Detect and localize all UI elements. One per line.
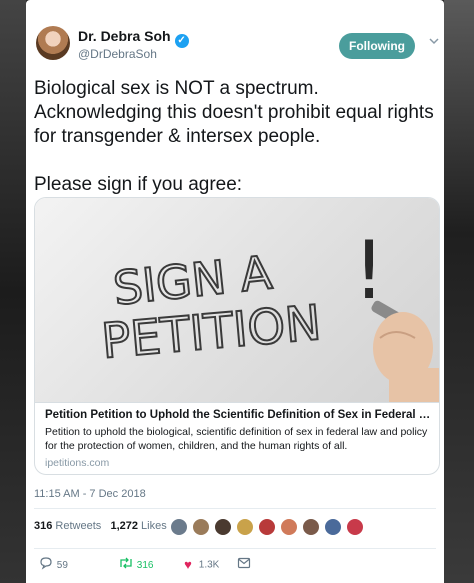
link-domain: ipetitions.com: [45, 457, 110, 469]
likes-count[interactable]: 1,272: [110, 520, 138, 532]
divider: [34, 508, 436, 509]
liker-avatar[interactable]: [192, 518, 210, 536]
divider: [34, 548, 436, 549]
retweets-label[interactable]: Retweets: [55, 520, 101, 532]
background-left: [0, 0, 26, 583]
like-count: 1.3K: [198, 559, 220, 571]
tweet-text-line1: Biological sex is NOT a spectrum. Acknow…: [34, 78, 434, 147]
link-title[interactable]: Petition Petition to Uphold the Scientif…: [45, 409, 431, 421]
liker-avatar[interactable]: [214, 518, 232, 536]
liker-avatar[interactable]: [324, 518, 342, 536]
chevron-down-icon[interactable]: [428, 35, 440, 47]
link-description: Petition to uphold the biological, scien…: [45, 426, 428, 452]
following-button[interactable]: Following: [339, 33, 415, 59]
tweet-card: Dr. Debra Soh ✓ @DrDebraSoh Following Bio…: [26, 0, 444, 583]
message-icon: [236, 556, 252, 574]
tweet-header: Dr. Debra Soh ✓ @DrDebraSoh Following: [26, 22, 444, 70]
link-preview-image[interactable]: SIGN A PETITION !: [35, 198, 439, 402]
liker-avatar[interactable]: [346, 518, 364, 536]
liker-avatar[interactable]: [236, 518, 254, 536]
retweets-count[interactable]: 316: [34, 520, 52, 532]
heart-icon: ♥: [184, 557, 192, 572]
reply-icon: [38, 556, 54, 575]
avatar[interactable]: [36, 26, 70, 60]
background-right: [444, 0, 474, 583]
reply-count: 59: [56, 560, 68, 572]
tweet-text-line2: Please sign if you agree:: [34, 174, 243, 195]
likes-label[interactable]: Likes: [141, 520, 167, 532]
retweet-icon: [118, 556, 134, 575]
user-name[interactable]: Dr. Debra Soh ✓: [78, 28, 189, 48]
liker-avatar[interactable]: [302, 518, 320, 536]
user-name-text[interactable]: Dr. Debra Soh: [78, 28, 171, 44]
tweet-timestamp[interactable]: 11:15 AM - 7 Dec 2018: [34, 488, 146, 500]
liker-avatar[interactable]: [280, 518, 298, 536]
retweet-button[interactable]: 316: [118, 556, 153, 574]
user-handle[interactable]: @DrDebraSoh: [78, 47, 157, 61]
link-preview-card[interactable]: SIGN A PETITION ! Petition Petition to U…: [34, 197, 440, 475]
liker-avatar[interactable]: [170, 518, 188, 536]
tweet-actions: 59 316 ♥ 1.3K: [34, 556, 436, 576]
like-button[interactable]: ♥ 1.3K: [180, 556, 219, 574]
engagement-stats: 316 Retweets 1,272 Likes: [34, 520, 167, 540]
liker-avatar[interactable]: [258, 518, 276, 536]
retweet-count: 316: [136, 560, 154, 572]
reply-button[interactable]: 59: [38, 556, 68, 574]
hand-with-marker-icon: [371, 300, 439, 402]
link-preview-body[interactable]: Petition Petition to Uphold the Scientif…: [35, 402, 439, 474]
message-button[interactable]: [236, 556, 252, 574]
verified-badge-icon: ✓: [174, 34, 189, 48]
